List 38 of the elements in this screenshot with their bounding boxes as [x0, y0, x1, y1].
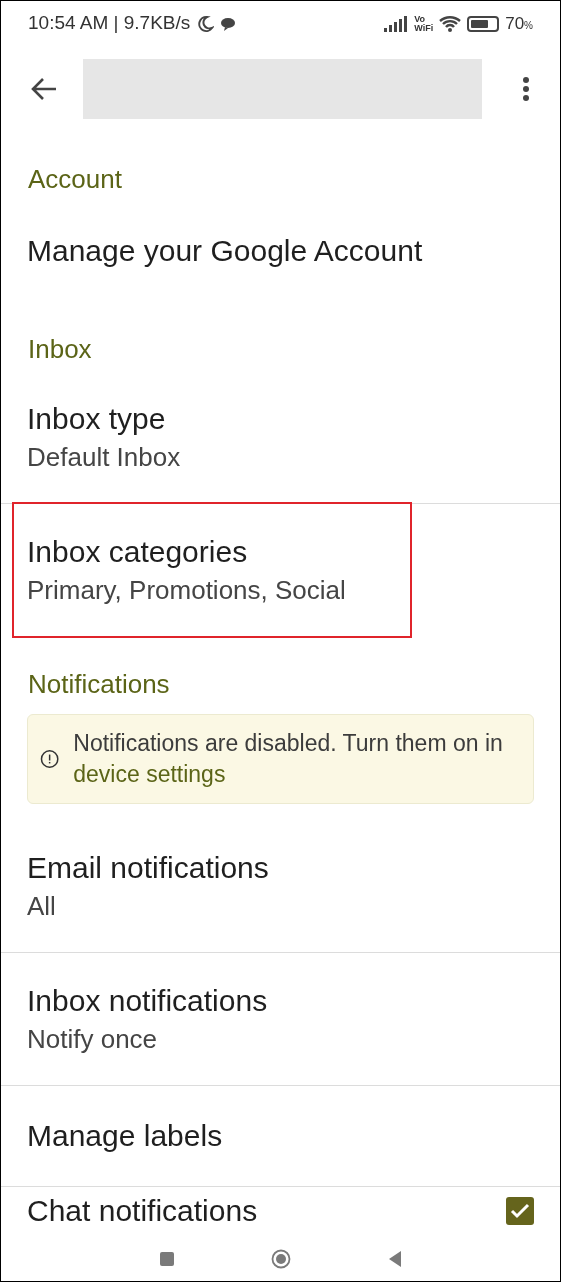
moon-icon [196, 14, 215, 33]
setting-title: Inbox categories [27, 534, 249, 570]
recent-apps-button[interactable] [159, 1252, 174, 1266]
notice-text: Notifications are disabled. Turn them on in device settings [73, 729, 504, 789]
section-header: Inbox [28, 334, 92, 364]
setting-title: Manage your Google Account [27, 233, 424, 269]
section-header: Notifications [28, 669, 170, 699]
setting-value: Default Inbox [27, 441, 182, 474]
vowifi-label: Vo WiFi [414, 14, 434, 33]
setting-item[interactable]: Manage your Google Account [14, 201, 547, 301]
setting-title: Chat notifications [27, 1193, 258, 1229]
wifi-icon [439, 14, 462, 33]
setting-item[interactable]: Email notifications All [14, 820, 547, 952]
battery-percent: 70% [505, 12, 533, 35]
setting-title: Inbox notifications [27, 983, 269, 1019]
setting-value: Notify once [27, 1023, 159, 1056]
back-arrow-icon[interactable] [31, 76, 57, 101]
setting-value: Primary, Promotions, Social [27, 574, 347, 607]
battery-icon [467, 15, 500, 32]
section-header: Account [28, 164, 122, 194]
more-options-icon[interactable] [522, 75, 530, 102]
home-button[interactable] [270, 1249, 291, 1269]
setting-item[interactable]: Manage labels [14, 1086, 547, 1186]
check-icon [510, 1203, 530, 1219]
back-button[interactable] [387, 1250, 402, 1268]
setting-title: Manage labels [27, 1118, 224, 1154]
chat-bubble-icon [220, 16, 237, 31]
setting-title: Email notifications [27, 850, 270, 886]
setting-item[interactable]: Chat notifications [1, 1187, 560, 1231]
signal-icon [384, 15, 409, 32]
setting-title: Inbox type [27, 401, 167, 437]
setting-value: All [27, 890, 57, 923]
setting-item[interactable]: Inbox type Default Inbox [14, 371, 547, 503]
setting-item[interactable]: Inbox notifications Notify once [14, 953, 547, 1085]
device-settings-link[interactable]: device settings [73, 761, 226, 787]
checkbox[interactable] [506, 1197, 534, 1225]
status-time: 10:54 AM | 9.7KB/s [28, 11, 191, 36]
setting-item[interactable]: Inbox categories Primary, Promotions, Social [14, 504, 410, 636]
